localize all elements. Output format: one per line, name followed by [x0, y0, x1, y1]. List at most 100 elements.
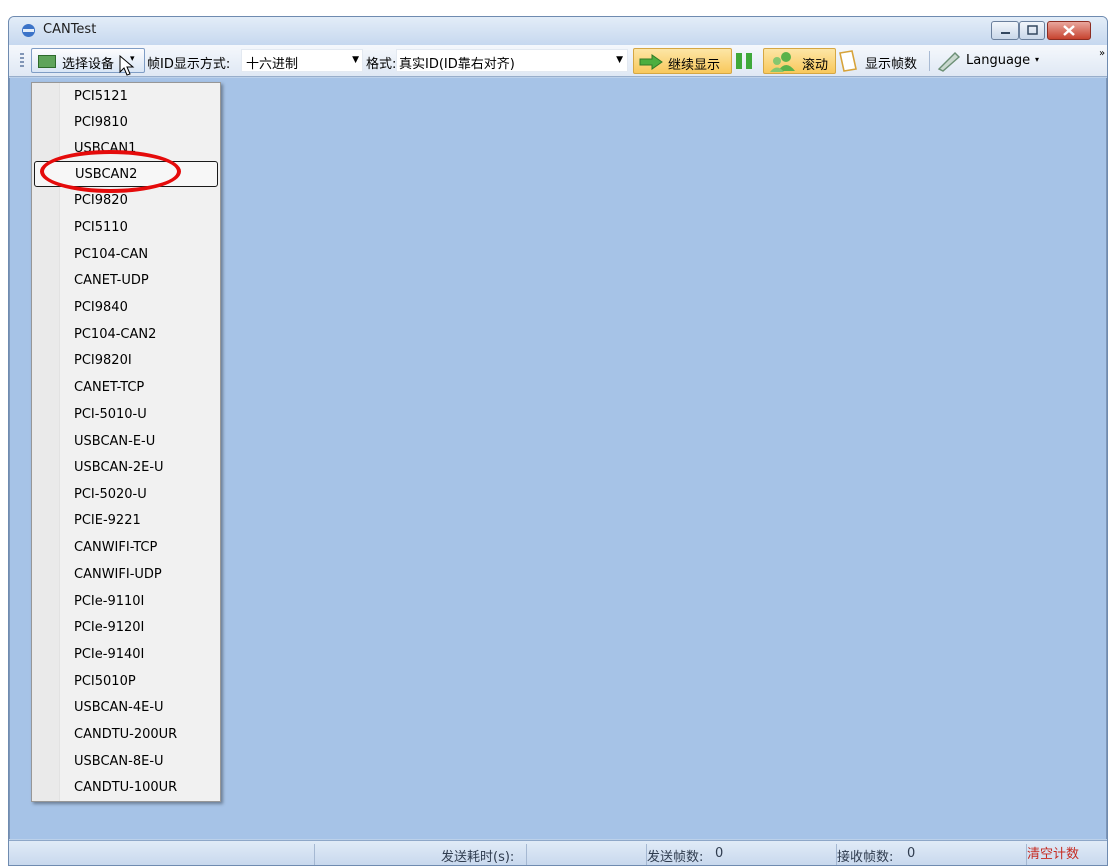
dropdown-arrow-icon: ▼ [352, 55, 359, 65]
menu-item-usbcan-2e-u[interactable]: USBCAN-2E-U [34, 455, 218, 481]
menu-item-pc104-can2[interactable]: PC104-CAN2 [34, 322, 218, 348]
menu-item-pci5121[interactable]: PCI5121 [34, 84, 218, 110]
menu-item-canwifi-tcp[interactable]: CANWIFI-TCP [34, 535, 218, 561]
menu-item-pc104-can[interactable]: PC104-CAN [34, 242, 218, 268]
send-time-label: 发送耗时(s): [441, 850, 515, 865]
toolbar-grip[interactable] [20, 53, 24, 69]
menu-item-pci9840[interactable]: PCI9840 [34, 295, 218, 321]
pen-icon [937, 52, 961, 72]
menu-item-label: PC104-CAN2 [74, 327, 157, 342]
select-device-label: 选择设备 [62, 57, 115, 72]
menu-item-label: PC104-CAN [74, 247, 149, 262]
menu-item-label: PCI9810 [74, 115, 128, 130]
menu-item-pci9810[interactable]: PCI9810 [34, 110, 218, 136]
menu-item-pci-5010-u[interactable]: PCI-5010-U [34, 402, 218, 428]
maximize-button[interactable] [1019, 21, 1045, 40]
toolbar-separator [929, 51, 930, 71]
menu-item-label: CANDTU-100UR [74, 780, 178, 795]
menu-item-usbcan-8e-u[interactable]: USBCAN-8E-U [34, 749, 218, 775]
dropdown-arrow-icon: ▼ [616, 55, 623, 65]
menu-item-label: CANET-TCP [74, 380, 145, 395]
menu-item-label: PCIE-9221 [74, 513, 141, 528]
menu-item-pcie-9221[interactable]: PCIE-9221 [34, 508, 218, 534]
chevron-down-icon: ▾ [1035, 55, 1040, 64]
menu-item-pcie-9120i[interactable]: PCIe-9120I [34, 615, 218, 641]
menu-item-canet-tcp[interactable]: CANET-TCP [34, 375, 218, 401]
window-title: CANTest [43, 22, 97, 37]
show-frames-button[interactable]: 显示帧数 [834, 48, 931, 74]
scroll-label: 滚动 [802, 58, 829, 73]
menu-item-label: PCI5010P [74, 674, 136, 689]
menu-item-canet-udp[interactable]: CANET-UDP [34, 268, 218, 294]
toolbar: 选择设备 ▾ 帧ID显示方式: 十六进制 ▼ 格式: 真实ID(ID靠右对齐) … [9, 45, 1107, 77]
scroll-button[interactable]: 滚动 [763, 48, 836, 74]
menu-item-canwifi-udp[interactable]: CANWIFI-UDP [34, 562, 218, 588]
menu-item-label: PCIe-9110I [74, 594, 145, 609]
menu-item-label: PCI9820I [74, 353, 132, 368]
title-bar: CANTest [9, 17, 1107, 45]
document-icon [839, 50, 857, 72]
toolbar-overflow-button[interactable]: » [1095, 47, 1107, 75]
menu-item-label: PCIe-9140I [74, 647, 145, 662]
show-frames-label: 显示帧数 [865, 57, 918, 72]
menu-item-pci9820i[interactable]: PCI9820I [34, 348, 218, 374]
send-frames-value: 0 [715, 846, 724, 861]
menu-item-label: PCI5110 [74, 220, 128, 235]
close-button[interactable] [1047, 21, 1091, 40]
mouse-cursor-icon [119, 55, 135, 76]
minimize-button[interactable] [991, 21, 1019, 40]
status-segment [9, 844, 315, 865]
users-icon [770, 52, 795, 72]
id-format-label: 帧ID显示方式: [147, 57, 231, 72]
menu-item-label: PCIe-9120I [74, 620, 145, 635]
status-segment: 接收帧数: 0 [837, 844, 1027, 865]
menu-item-label: PCI5121 [74, 89, 128, 104]
status-segment: 发送耗时(s): [315, 844, 527, 865]
arrow-right-icon [639, 54, 663, 70]
menu-item-candtu-100ur[interactable]: CANDTU-100UR [34, 775, 218, 801]
recv-frames-label: 接收帧数: [837, 850, 894, 865]
format-label: 格式: [366, 57, 397, 72]
menu-item-label: CANWIFI-TCP [74, 540, 158, 555]
format-select[interactable]: 真实ID(ID靠右对齐) ▼ [396, 49, 628, 72]
id-format-value: 十六进制 [246, 57, 299, 72]
menu-item-label: USBCAN-8E-U [74, 754, 164, 769]
recv-frames-value: 0 [907, 846, 916, 861]
menu-item-usbcan-4e-u[interactable]: USBCAN-4E-U [34, 695, 218, 721]
status-segment [527, 844, 647, 865]
pause-icon[interactable] [736, 53, 754, 69]
menu-item-label: USBCAN-E-U [74, 434, 156, 449]
id-format-select[interactable]: 十六进制 ▼ [241, 49, 363, 72]
menu-item-pci5110[interactable]: PCI5110 [34, 215, 218, 241]
send-frames-label: 发送帧数: [647, 850, 704, 865]
minimize-icon [1001, 32, 1010, 34]
menu-item-label: PCI-5020-U [74, 487, 147, 502]
close-icon [1063, 25, 1075, 36]
menu-item-candtu-200ur[interactable]: CANDTU-200UR [34, 722, 218, 748]
app-icon [22, 24, 35, 37]
menu-item-label: PCI9840 [74, 300, 128, 315]
menu-item-label: PCI9820 [74, 193, 128, 208]
menu-item-label: PCI-5010-U [74, 407, 147, 422]
maximize-icon [1027, 25, 1038, 35]
menu-item-pci5010p[interactable]: PCI5010P [34, 669, 218, 695]
menu-item-label: USBCAN-2E-U [74, 460, 164, 475]
menu-item-pci-5020-u[interactable]: PCI-5020-U [34, 482, 218, 508]
menu-item-label: CANDTU-200UR [74, 727, 178, 742]
format-value: 真实ID(ID靠右对齐) [399, 57, 515, 72]
red-annotation-circle [40, 150, 181, 193]
status-segment: 发送帧数: 0 [647, 844, 837, 865]
menu-item-usbcan-e-u[interactable]: USBCAN-E-U [34, 429, 218, 455]
menu-item-pcie-9110i[interactable]: PCIe-9110I [34, 589, 218, 615]
continue-display-button[interactable]: 继续显示 [633, 48, 732, 74]
status-bar: 发送耗时(s): 发送帧数: 0 接收帧数: 0 清空计数 [9, 840, 1107, 865]
menu-item-label: USBCAN-4E-U [74, 700, 164, 715]
menu-item-pcie-9140i[interactable]: PCIe-9140I [34, 642, 218, 668]
menu-item-label: CANET-UDP [74, 273, 149, 288]
language-button[interactable]: Language ▾ [934, 48, 1051, 74]
device-card-icon [38, 55, 56, 68]
language-label: Language [966, 53, 1031, 68]
menu-item-label: CANWIFI-UDP [74, 567, 162, 582]
continue-display-label: 继续显示 [668, 58, 721, 73]
clear-count-button[interactable]: 清空计数 [1027, 843, 1079, 862]
